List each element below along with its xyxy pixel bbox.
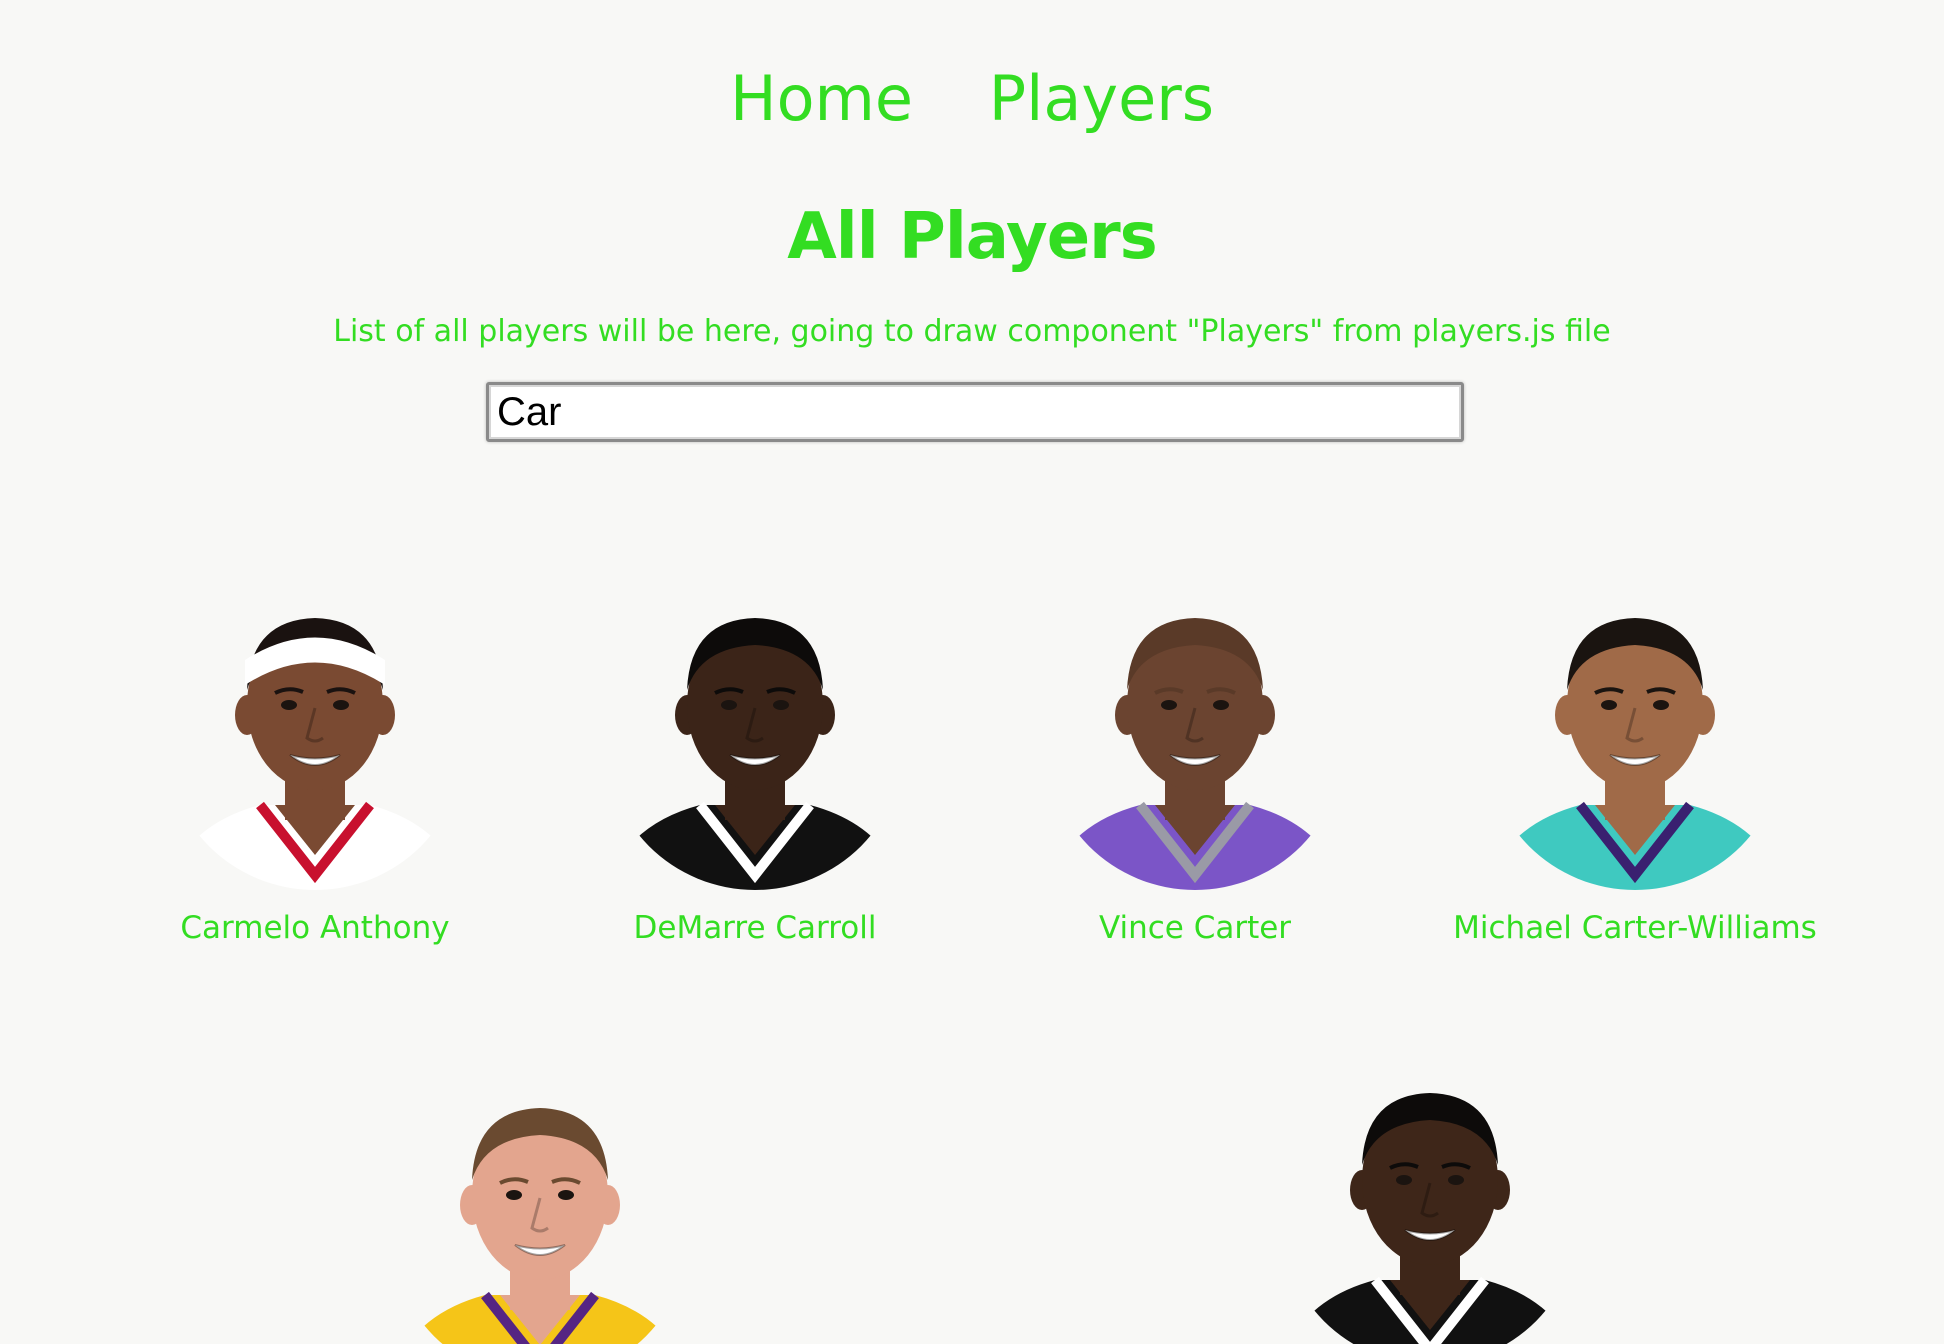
player-portrait-4 [390, 1108, 690, 1344]
player-avatar [1045, 590, 1345, 890]
nav-link-players[interactable]: Players [989, 62, 1214, 135]
player-avatar [1485, 590, 1785, 890]
player-portrait-2 [1045, 618, 1345, 890]
player-portrait-1 [605, 618, 905, 890]
player-card[interactable]: Vince Carter [995, 590, 1395, 946]
player-portrait-0 [165, 618, 465, 890]
page-title: All Players [787, 200, 1158, 274]
player-avatar [605, 590, 905, 890]
player-avatar [390, 1080, 690, 1344]
player-card[interactable] [340, 1080, 740, 1344]
page-description: List of all players will be here, going … [333, 314, 1611, 349]
player-avatar [1280, 1065, 1580, 1344]
player-avatar [165, 590, 465, 890]
player-card[interactable]: Carmelo Anthony [115, 590, 515, 946]
player-card[interactable]: Michael Carter-Williams [1435, 590, 1835, 946]
player-card[interactable] [1230, 1065, 1630, 1344]
player-card[interactable]: DeMarre Carroll [555, 590, 955, 946]
top-nav: Home Players [0, 62, 1944, 135]
nav-link-home[interactable]: Home [730, 62, 913, 135]
player-portrait-5 [1280, 1093, 1580, 1344]
page: Home Players All Players List of all pla… [0, 0, 1944, 1344]
player-portrait-3 [1485, 618, 1785, 890]
player-search-input[interactable] [486, 382, 1464, 442]
